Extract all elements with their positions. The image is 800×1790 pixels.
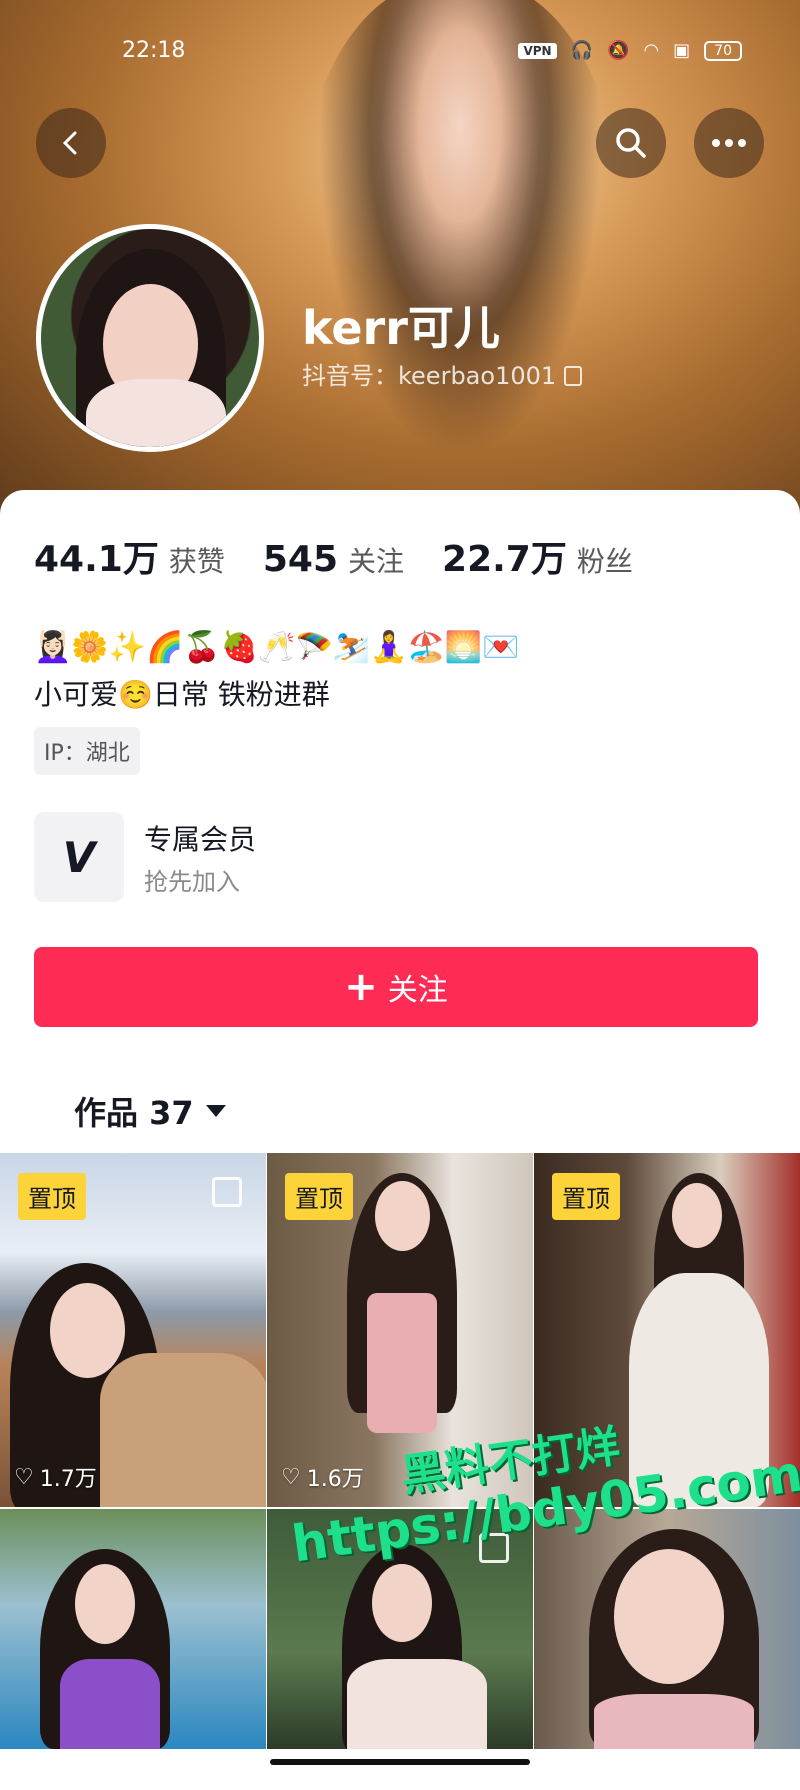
status-time: 22:18 — [122, 38, 186, 63]
more-icon — [712, 139, 746, 147]
ip-location-tag: IP：湖北 — [34, 727, 140, 775]
likes-label: 获赞 — [168, 545, 225, 578]
heart-icon: ♡ — [281, 1464, 301, 1490]
member-subtitle: 抢先加入 — [144, 868, 240, 896]
profile-name: kerr可儿 — [302, 301, 500, 355]
pinned-badge: 置顶 — [285, 1173, 353, 1220]
status-bar: 22:18 VPN 🎧 🔕 ◠ ▣ 70 — [0, 38, 800, 68]
video-thumbnail[interactable] — [534, 1509, 800, 1749]
douyin-id-text: 抖音号：keerbao1001 — [302, 362, 557, 390]
avatar[interactable] — [36, 224, 264, 452]
exclusive-member-entry[interactable]: V 专属会员 抢先加入 — [34, 812, 634, 907]
bio-emoji-line: 💆🏻‍♀️🌼✨🌈🍒🍓🥂🪂⛷️🧘‍♀️🏖️🌅💌 — [34, 630, 520, 665]
member-title: 专属会员 — [144, 823, 257, 856]
chevron-down-icon — [205, 1105, 226, 1117]
vpn-icon: VPN — [518, 42, 557, 59]
battery-icon: 70 — [704, 40, 742, 61]
video-thumbnail[interactable]: 置顶 ♡ 1.7万 — [0, 1153, 266, 1507]
banner-image — [300, 0, 620, 500]
search-icon — [616, 128, 646, 158]
tab-works[interactable]: 作品 37 — [74, 1088, 226, 1134]
home-indicator — [270, 1759, 530, 1765]
followers-count[interactable]: 22.7万 — [442, 530, 567, 582]
multi-image-icon — [212, 1177, 242, 1207]
back-icon — [62, 131, 77, 155]
video-likes: ♡ 1.7万 — [14, 1464, 97, 1493]
following-label[interactable]: 关注 — [348, 540, 404, 580]
video-likes: ♡ 1.6万 — [281, 1464, 364, 1493]
works-tab-label: 作品 37 — [74, 1094, 194, 1132]
headset-icon: 🎧 — [570, 40, 594, 61]
sim-icon: ▣ — [673, 40, 691, 61]
wifi-icon: ◠ — [643, 40, 660, 61]
back-button[interactable] — [36, 108, 106, 178]
follow-button[interactable]: + 关注 — [34, 947, 758, 1027]
plus-icon: + — [344, 964, 378, 1010]
douyin-id[interactable]: 抖音号：keerbao1001 — [302, 356, 583, 391]
likes-count: 44.1万 — [34, 539, 159, 580]
heart-icon: ♡ — [14, 1464, 34, 1490]
copy-icon[interactable] — [564, 366, 583, 386]
pinned-badge: 置顶 — [552, 1173, 620, 1220]
pinned-badge: 置顶 — [18, 1173, 86, 1220]
stats-row: 44.1万 获赞 545 关注 22.7万 粉丝 — [34, 530, 671, 582]
bio-text: 小可爱☺️日常 铁粉进群 — [34, 678, 330, 711]
more-button[interactable] — [694, 108, 764, 178]
video-thumbnail[interactable] — [0, 1509, 266, 1749]
following-count[interactable]: 545 — [263, 539, 338, 580]
mute-icon: 🔕 — [607, 40, 630, 61]
member-v-icon: V — [34, 812, 124, 902]
followers-label[interactable]: 粉丝 — [577, 540, 633, 580]
follow-label: 关注 — [387, 973, 448, 1008]
search-button[interactable] — [596, 108, 666, 178]
